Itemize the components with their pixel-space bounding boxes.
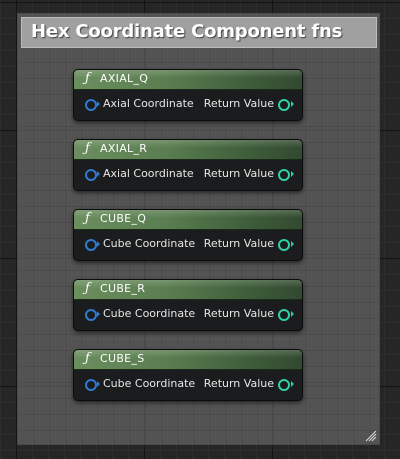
output-pin-label: Return Value — [203, 307, 274, 320]
pin-arrow-icon — [291, 241, 294, 247]
output-pin-label: Return Value — [203, 97, 274, 110]
node-header[interactable]: ƒ CUBE_S — [74, 350, 302, 370]
output-pin-label: Return Value — [203, 377, 274, 390]
node-header[interactable]: ƒ CUBE_R — [74, 280, 302, 300]
struct-pin-icon[interactable] — [85, 239, 97, 251]
pin-arrow-icon — [291, 101, 294, 107]
input-pin-label: Cube Coordinate — [103, 237, 196, 250]
pin-arrow-icon — [97, 101, 100, 107]
function-node-cube-r[interactable]: ƒ CUBE_R Cube Coordinate Return Value — [73, 279, 303, 331]
input-pin-label: Cube Coordinate — [103, 377, 196, 390]
function-icon: ƒ — [85, 141, 90, 156]
resize-grip-icon[interactable] — [365, 430, 377, 442]
pin-arrow-icon — [97, 241, 100, 247]
struct-pin-icon[interactable] — [85, 379, 97, 391]
function-node-axial-q[interactable]: ƒ AXIAL_Q Axial Coordinate Return Value — [73, 69, 303, 121]
output-pin-icon[interactable] — [278, 239, 290, 251]
pin-arrow-icon — [97, 311, 100, 317]
input-pin-label: Cube Coordinate — [103, 307, 196, 320]
node-title: CUBE_S — [100, 352, 145, 365]
pin-arrow-icon — [291, 171, 294, 177]
function-node-cube-s[interactable]: ƒ CUBE_S Cube Coordinate Return Value — [73, 349, 303, 401]
struct-pin-icon[interactable] — [85, 99, 97, 111]
node-title: AXIAL_Q — [100, 72, 149, 85]
input-pin-label: Axial Coordinate — [103, 167, 194, 180]
output-pin-label: Return Value — [203, 167, 274, 180]
graph-canvas[interactable]: Hex Coordinate Component fns ƒ AXIAL_Q A… — [0, 0, 400, 459]
output-pin-label: Return Value — [203, 237, 274, 250]
comment-header[interactable]: Hex Coordinate Component fns — [21, 17, 377, 48]
output-pin-icon[interactable] — [278, 379, 290, 391]
input-pin-label: Axial Coordinate — [103, 97, 194, 110]
node-title: AXIAL_R — [100, 142, 148, 155]
pin-arrow-icon — [291, 311, 294, 317]
function-icon: ƒ — [85, 71, 90, 86]
node-header[interactable]: ƒ AXIAL_R — [74, 140, 302, 160]
pin-arrow-icon — [291, 381, 294, 387]
node-header[interactable]: ƒ CUBE_Q — [74, 210, 302, 230]
output-pin-icon[interactable] — [278, 169, 290, 181]
pin-arrow-icon — [97, 171, 100, 177]
pin-arrow-icon — [97, 381, 100, 387]
function-icon: ƒ — [85, 211, 90, 226]
output-pin-icon[interactable] — [278, 309, 290, 321]
function-node-cube-q[interactable]: ƒ CUBE_Q Cube Coordinate Return Value — [73, 209, 303, 261]
output-pin-icon[interactable] — [278, 99, 290, 111]
node-title: CUBE_R — [100, 282, 146, 295]
function-icon: ƒ — [85, 351, 90, 366]
node-title: CUBE_Q — [100, 212, 147, 225]
function-node-axial-r[interactable]: ƒ AXIAL_R Axial Coordinate Return Value — [73, 139, 303, 191]
struct-pin-icon[interactable] — [85, 309, 97, 321]
struct-pin-icon[interactable] — [85, 169, 97, 181]
comment-title[interactable]: Hex Coordinate Component fns — [31, 21, 342, 42]
node-header[interactable]: ƒ AXIAL_Q — [74, 70, 302, 90]
function-icon: ƒ — [85, 281, 90, 296]
